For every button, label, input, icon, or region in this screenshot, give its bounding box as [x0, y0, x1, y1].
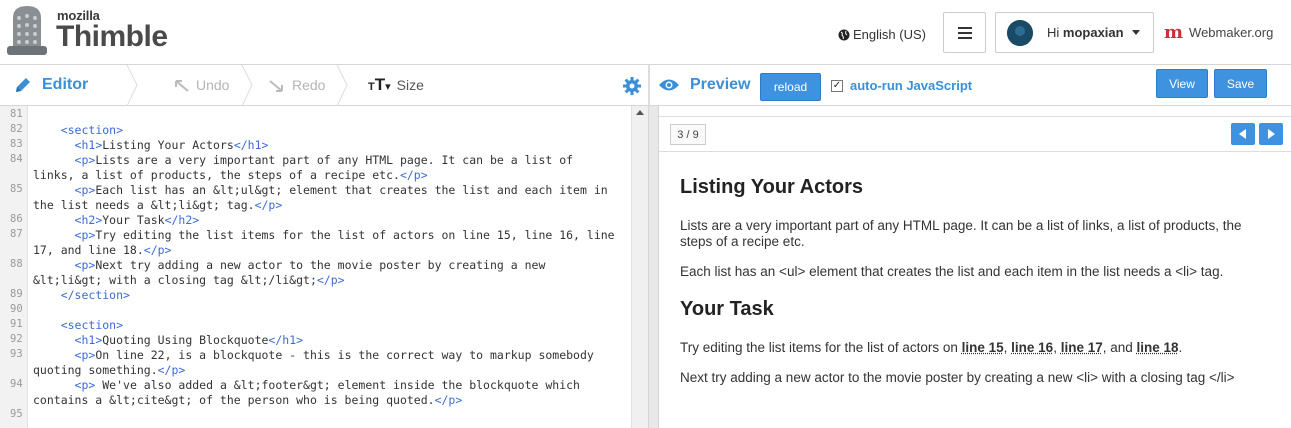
code-line[interactable]: <p>On line 22, is a blockquote - this is… [33, 348, 594, 363]
redo-button[interactable]: Redo [268, 77, 325, 93]
line-number-gutter: 81 82 83 84 85 86 87 88 89 90 91 92 93 94 95 [0, 106, 28, 428]
preview-heading-2: Your Task [680, 298, 774, 320]
code-line[interactable]: <p>Try editing the list items for the li… [33, 228, 615, 243]
line-number: 83 [10, 138, 23, 150]
webmaker-label: Webmaker.org [1189, 25, 1274, 40]
code-line[interactable]: contains a &lt;cite&gt; of the person wh… [33, 393, 462, 408]
globe-icon [838, 29, 850, 40]
chevron-down-icon [1132, 30, 1140, 35]
gear-icon[interactable] [623, 77, 641, 95]
code-line[interactable]: <h2>Your Task</h2> [33, 213, 200, 228]
logo-thimble-text: Thimble [56, 20, 168, 53]
line-number: 89 [10, 288, 23, 300]
line-number: 82 [10, 123, 23, 135]
font-size-button[interactable]: TT▾ Size [368, 75, 424, 95]
undo-icon [175, 80, 189, 92]
autorun-toggle[interactable]: ✓ auto-run JavaScript [831, 78, 972, 93]
avatar [1007, 20, 1033, 46]
username: mopaxian [1062, 25, 1124, 40]
code-line[interactable]: <p>Each list has an &lt;ul&gt; element t… [33, 183, 608, 198]
page-counter: 3 / 9 [670, 124, 706, 145]
eye-icon [659, 79, 679, 91]
preview-heading-1: Listing Your Actors [680, 176, 863, 198]
line-number: 84 [10, 153, 23, 165]
hamburger-icon [957, 26, 972, 39]
pane-resizer[interactable] [648, 106, 659, 428]
code-line[interactable]: the list needs a &lt;li&gt; tag.</p> [33, 198, 282, 213]
code-editor[interactable]: 81 82 83 84 85 86 87 88 89 90 91 92 93 94 95 <section>… [0, 106, 648, 428]
prev-page-button[interactable] [1231, 123, 1255, 145]
preview-paragraph: Each list has an <ul> element that creat… [680, 264, 1224, 279]
line-link-15[interactable]: line 15 [962, 340, 1004, 355]
redo-icon [269, 80, 283, 92]
editor-tab[interactable]: Editor [14, 76, 88, 94]
autorun-checkbox[interactable]: ✓ [831, 79, 843, 92]
toolbar-separator [126, 65, 138, 106]
editor-toolbar: Editor Undo Redo TT▾ Size Preview reload… [0, 65, 1291, 106]
line-number: 85 [10, 183, 23, 195]
redo-label: Redo [292, 77, 326, 93]
preview-tab[interactable]: Preview [658, 76, 750, 94]
code-line[interactable]: &lt;li&gt; with a closing tag &lt;/li&gt… [33, 273, 345, 288]
undo-label: Undo [196, 77, 230, 93]
preview-pane: 3 / 9 Listing Your Actors Lists are a ve… [659, 106, 1291, 428]
thimble-icon [7, 6, 47, 55]
code-line[interactable]: <section> [33, 123, 123, 138]
size-label: Size [396, 77, 424, 93]
code-line[interactable]: <p>Lists are a very important part of an… [33, 153, 574, 168]
reload-button[interactable]: reload [760, 73, 821, 101]
code-line[interactable]: 17, and line 18.</p> [33, 243, 171, 258]
line-link-18[interactable]: line 18 [1137, 340, 1179, 355]
line-number: 91 [10, 318, 23, 330]
app-header: mozilla Thimble English (US) Hi mopaxian… [0, 0, 1291, 65]
code-line[interactable]: links, a list of products, the steps of … [33, 168, 428, 183]
line-link-17[interactable]: line 17 [1061, 340, 1103, 355]
code-line[interactable]: <p>Next try adding a new actor to the mo… [33, 258, 546, 273]
line-link-16[interactable]: line 16 [1011, 340, 1053, 355]
preview-paragraph: Try editing the list items for the list … [680, 340, 1183, 355]
menu-button[interactable] [943, 12, 986, 53]
code-line[interactable]: <section> [33, 318, 123, 333]
view-button[interactable]: View [1156, 69, 1208, 98]
editor-scrollbar[interactable] [631, 106, 648, 428]
code-line[interactable]: <h1>Listing Your Actors</h1> [33, 138, 269, 153]
language-label: English (US) [853, 27, 926, 42]
text-size-icon: TT▾ [368, 75, 391, 94]
pencil-icon [16, 78, 30, 92]
language-selector[interactable]: English (US) [838, 27, 926, 42]
webmaker-logo-icon: m [1164, 22, 1183, 43]
preview-navbar: 3 / 9 [659, 116, 1291, 152]
line-number: 86 [10, 213, 23, 225]
arrow-right-icon [1268, 129, 1275, 139]
preview-label: Preview [690, 76, 751, 93]
line-number: 93 [10, 348, 23, 360]
code-line[interactable]: <h1>Quoting Using Blockquote</h1> [33, 333, 304, 348]
next-page-button[interactable] [1259, 123, 1283, 145]
preview-paragraph: Lists are a very important part of any H… [680, 218, 1242, 249]
user-greeting: Hi mopaxian [1047, 25, 1124, 40]
line-number: 94 [10, 378, 23, 390]
undo-button[interactable]: Undo [172, 77, 229, 93]
editor-label: Editor [42, 76, 89, 93]
line-number: 81 [10, 108, 23, 120]
toolbar-separator [241, 65, 253, 106]
webmaker-link[interactable]: m Webmaker.org [1164, 22, 1273, 43]
toolbar-separator [336, 65, 348, 106]
preview-paragraph: Next try adding a new actor to the movie… [680, 370, 1235, 385]
line-number: 90 [10, 303, 23, 315]
code-line[interactable]: quoting something.</p> [33, 363, 185, 378]
pane-divider [648, 65, 650, 106]
autorun-label: auto-run JavaScript [850, 78, 973, 93]
line-number: 92 [10, 333, 23, 345]
code-line[interactable]: </section> [33, 288, 130, 303]
user-menu[interactable]: Hi mopaxian [995, 12, 1154, 53]
line-number: 87 [10, 228, 23, 240]
arrow-left-icon [1239, 129, 1246, 139]
line-number: 95 [10, 408, 23, 420]
thimble-logo[interactable]: mozilla Thimble [5, 4, 175, 60]
save-button[interactable]: Save [1214, 69, 1267, 98]
scroll-up-icon[interactable] [636, 110, 644, 115]
line-number: 88 [10, 258, 23, 270]
code-line[interactable]: <p> We've also added a &lt;footer&gt; el… [33, 378, 580, 393]
